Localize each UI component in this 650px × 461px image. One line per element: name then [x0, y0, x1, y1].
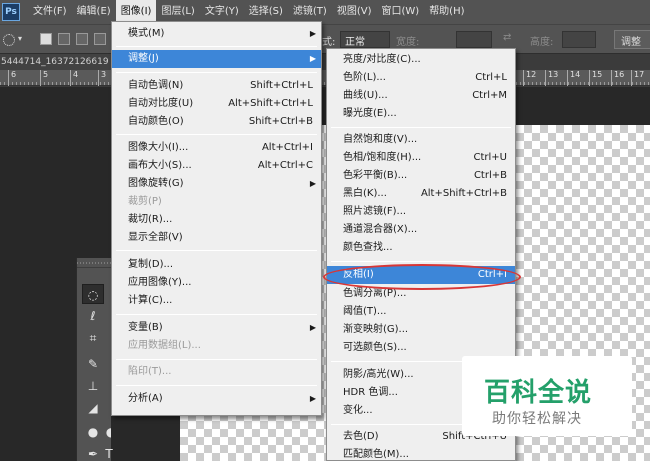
- pen-tool-icon[interactable]: ✒: [82, 444, 104, 461]
- watermark-badge: 百科全说 助你轻松解决: [462, 356, 632, 436]
- menu-item-auto-color[interactable]: 自动颜色(O) Shift+Ctrl+B: [112, 113, 321, 131]
- style-label: 式:: [322, 37, 336, 48]
- menu-item-hue-saturation[interactable]: 色相/饱和度(H)... Ctrl+U: [327, 149, 515, 167]
- ruler-tick: 17: [631, 70, 644, 86]
- ruler-tick: 5: [40, 70, 48, 86]
- ruler-tick: 12: [523, 70, 536, 86]
- stamp-tool-icon[interactable]: ⊥: [82, 376, 104, 396]
- ruler-tick: 15: [589, 70, 602, 86]
- horizontal-ruler: 6 5 4 3 12 13 14 15 16 17: [0, 70, 650, 86]
- menu-item-calculations[interactable]: 计算(C)...: [112, 292, 321, 310]
- menu-item-channel-mixer[interactable]: 通道混合器(X)...: [327, 221, 515, 239]
- menu-file[interactable]: 文件(F): [28, 0, 72, 24]
- menu-item-mode[interactable]: 模式(M) ▶: [112, 25, 321, 43]
- ruler-tick: 14: [567, 70, 580, 86]
- menu-item-curves[interactable]: 曲线(U)... Ctrl+M: [327, 87, 515, 105]
- menu-item-apply-data-set: 应用数据组(L)...: [128, 340, 201, 351]
- marquee-tool-icon[interactable]: ◌: [82, 284, 104, 304]
- menu-item-levels[interactable]: 色阶(L)... Ctrl+L: [327, 69, 515, 87]
- new-selection-button[interactable]: [40, 33, 52, 45]
- ruler-tick: 16: [611, 70, 624, 86]
- menu-item-brightness-contrast[interactable]: 亮度/对比度(C)...: [327, 51, 515, 69]
- menu-item-gradient-map[interactable]: 渐变映射(G)...: [327, 321, 515, 339]
- menu-view[interactable]: 视图(V): [332, 0, 377, 24]
- image-menu-dropdown: 模式(M) ▶ 调整(J) ▶ 自动色调(N) Shift+Ctrl+L 自动对比度(…: [111, 21, 322, 416]
- menu-item-exposure[interactable]: 曝光度(E)...: [327, 105, 515, 123]
- width-input[interactable]: [456, 31, 492, 48]
- menu-bar: Ps 文件(F) 编辑(E) 图像(I) 图层(L) 文字(Y) 选择(S) 滤…: [0, 0, 650, 24]
- ruler-tick: 13: [545, 70, 558, 86]
- menu-item-trim[interactable]: 裁切(R)...: [112, 211, 321, 229]
- refine-edge-button[interactable]: 调整: [614, 30, 650, 49]
- document-tab[interactable]: 5444714_16372126619: [0, 54, 112, 70]
- eraser-tool-icon[interactable]: ◢: [82, 398, 104, 418]
- photoshop-logo: Ps: [2, 3, 20, 21]
- crop-tool-icon[interactable]: ⌗: [82, 328, 104, 348]
- menu-item-photo-filter[interactable]: 照片滤镜(F)...: [327, 203, 515, 221]
- menu-item-color-balance[interactable]: 色彩平衡(B)... Ctrl+B: [327, 167, 515, 185]
- dodge-tool-icon[interactable]: ◖: [104, 422, 114, 442]
- chevron-down-icon[interactable]: ▾: [18, 34, 22, 43]
- height-label: 高度:: [530, 37, 554, 48]
- options-bar: ▾ 式: 正常 宽度: ⇄ 高度: 调整: [0, 24, 650, 54]
- ruler-tick: 6: [8, 70, 16, 86]
- menu-item-match-color[interactable]: 匹配颜色(M)...: [327, 446, 515, 461]
- menu-item-trap: 陷印(T)...: [128, 366, 172, 377]
- blur-tool-icon[interactable]: ●: [82, 422, 104, 442]
- watermark-title: 百科全说: [484, 378, 593, 408]
- add-selection-button[interactable]: [58, 33, 70, 45]
- menu-item-reveal-all[interactable]: 显示全部(V): [112, 229, 321, 247]
- menu-item-crop: 裁剪(P): [128, 196, 162, 207]
- height-input[interactable]: [562, 31, 596, 48]
- menu-item-duplicate[interactable]: 复制(D)...: [112, 256, 321, 274]
- menu-edit[interactable]: 编辑(E): [72, 0, 116, 24]
- menu-item-image-size[interactable]: 图像大小(I)... Alt+Ctrl+I: [112, 139, 321, 157]
- panel-grip[interactable]: [77, 258, 111, 268]
- menu-item-selective-color[interactable]: 可选颜色(S)...: [327, 339, 515, 357]
- tools-panel: ◌ ℓ ⌗ ✎ ⊥ ◢ ● ◖ ✒ T: [76, 258, 114, 461]
- swap-icon[interactable]: ⇄: [503, 32, 511, 43]
- menu-item-auto-contrast[interactable]: 自动对比度(U) Alt+Shift+Ctrl+L: [112, 95, 321, 113]
- menu-window[interactable]: 窗口(W): [376, 0, 424, 24]
- menu-item-analysis[interactable]: 分析(A) ▶: [112, 390, 321, 408]
- width-label: 宽度:: [396, 37, 420, 48]
- healing-brush-icon[interactable]: ✎: [82, 354, 104, 374]
- menu-help[interactable]: 帮助(H): [424, 0, 469, 24]
- menu-item-canvas-size[interactable]: 画布大小(S)... Alt+Ctrl+C: [112, 157, 321, 175]
- menu-item-black-white[interactable]: 黑白(K)... Alt+Shift+Ctrl+B: [327, 185, 515, 203]
- menu-item-auto-tone[interactable]: 自动色调(N) Shift+Ctrl+L: [112, 77, 321, 95]
- elliptical-marquee-icon[interactable]: [3, 34, 15, 46]
- subtract-selection-button[interactable]: [76, 33, 88, 45]
- ruler-tick: 3: [98, 70, 106, 86]
- menu-item-image-rotation[interactable]: 图像旋转(G) ▶: [112, 175, 321, 193]
- type-tool-icon[interactable]: T: [104, 444, 114, 461]
- menu-item-adjustments[interactable]: 调整(J) ▶: [112, 50, 321, 68]
- menu-item-apply-image[interactable]: 应用图像(Y)...: [112, 274, 321, 292]
- menu-item-color-lookup[interactable]: 颜色查找...: [327, 239, 515, 257]
- menu-item-variables[interactable]: 变量(B) ▶: [112, 319, 321, 337]
- menu-item-threshold[interactable]: 阈值(T)...: [327, 303, 515, 321]
- watermark-subtitle: 助你轻松解决: [492, 411, 582, 427]
- annotation-circle: [323, 264, 521, 290]
- style-select[interactable]: 正常: [340, 31, 390, 48]
- lasso-tool-icon[interactable]: ℓ: [82, 306, 104, 326]
- menu-item-vibrance[interactable]: 自然饱和度(V)...: [327, 131, 515, 149]
- ruler-tick: 4: [70, 70, 78, 86]
- intersect-selection-button[interactable]: [94, 33, 106, 45]
